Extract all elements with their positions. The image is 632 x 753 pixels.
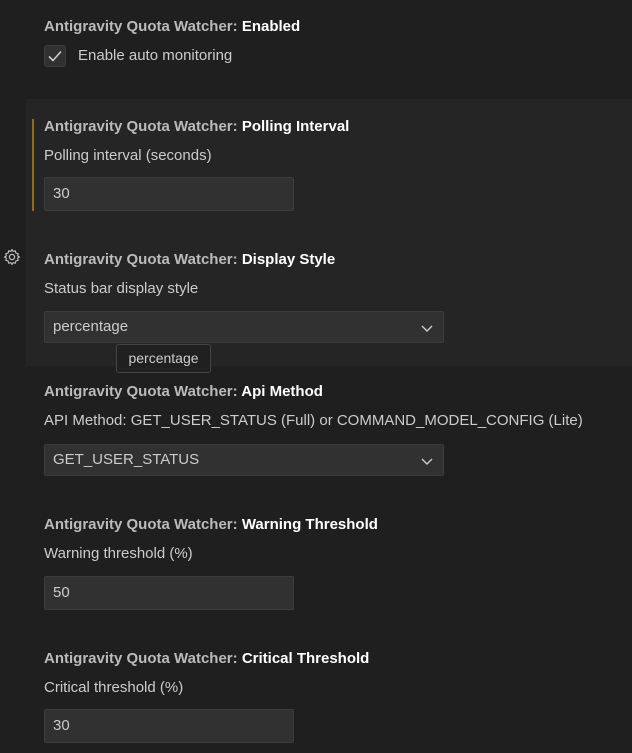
setting-category: Antigravity Quota Watcher: — [44, 383, 238, 400]
setting-key: Api Method — [241, 383, 323, 400]
setting-title-warning-threshold: Antigravity Quota Watcher: Warning Thres… — [44, 516, 378, 533]
setting-description: Critical threshold (%) — [44, 679, 184, 696]
setting-category: Antigravity Quota Watcher: — [44, 18, 238, 35]
setting-key: Polling Interval — [241, 118, 350, 135]
setting-key: Warning Threshold — [241, 516, 378, 533]
api-method-value: GET_USER_STATUS — [53, 451, 200, 468]
setting-title-display-style: Antigravity Quota Watcher: Display Style — [44, 251, 335, 268]
chevron-down-icon — [421, 458, 433, 465]
enable-auto-monitoring-checkbox[interactable] — [44, 45, 66, 67]
setting-key: Enabled — [241, 18, 301, 35]
critical-threshold-input[interactable]: 30 — [44, 709, 294, 743]
display-style-select[interactable]: percentage — [44, 311, 444, 343]
modified-indicator — [32, 119, 34, 211]
chevron-down-icon — [421, 325, 433, 332]
setting-category: Antigravity Quota Watcher: — [44, 516, 238, 533]
setting-key: Critical Threshold — [241, 650, 370, 667]
warning-threshold-input[interactable]: 50 — [44, 576, 294, 610]
enable-auto-monitoring-label: Enable auto monitoring — [78, 47, 233, 64]
display-style-tooltip: percentage — [116, 344, 211, 373]
api-method-select[interactable]: GET_USER_STATUS — [44, 444, 444, 476]
setting-description: API Method: GET_USER_STATUS (Full) or CO… — [44, 412, 583, 429]
display-style-value: percentage — [53, 318, 129, 335]
setting-title-critical-threshold: Antigravity Quota Watcher: Critical Thre… — [44, 650, 369, 667]
setting-title-polling-interval: Antigravity Quota Watcher: Polling Inter… — [44, 118, 349, 135]
setting-description: Warning threshold (%) — [44, 545, 193, 562]
setting-key: Display Style — [241, 251, 336, 268]
check-icon — [48, 50, 62, 62]
gear-icon[interactable] — [3, 248, 21, 266]
setting-category: Antigravity Quota Watcher: — [44, 251, 238, 268]
setting-category: Antigravity Quota Watcher: — [44, 650, 238, 667]
setting-title-api-method: Antigravity Quota Watcher: Api Method — [44, 383, 323, 400]
setting-title-enabled: Antigravity Quota Watcher: Enabled — [44, 18, 300, 35]
polling-interval-input[interactable]: 30 — [44, 177, 294, 211]
setting-polling-interval: Antigravity Quota Watcher: Polling Inter… — [26, 99, 632, 234]
setting-description: Polling interval (seconds) — [44, 147, 212, 164]
setting-description: Status bar display style — [44, 280, 199, 297]
setting-category: Antigravity Quota Watcher: — [44, 118, 238, 135]
